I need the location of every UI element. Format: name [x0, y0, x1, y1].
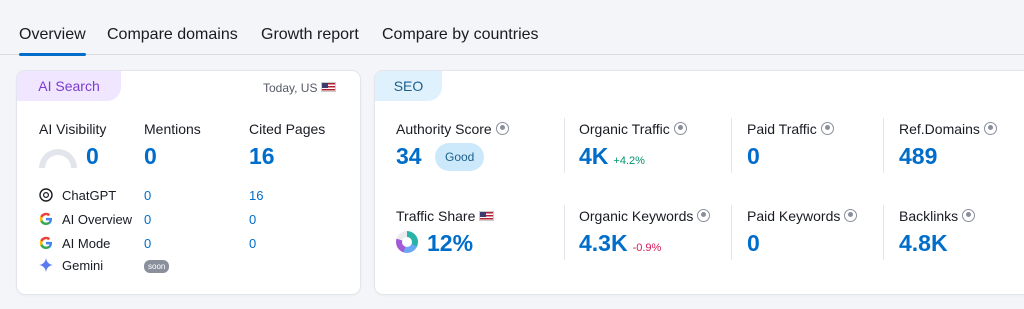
ai-visibility-gauge-icon [39, 149, 77, 168]
organic-traffic-text: Organic Traffic [579, 121, 670, 137]
cited-pages-label: Cited Pages [249, 121, 326, 137]
tab-growth-report[interactable]: Growth report [261, 26, 359, 44]
tab-bar: Overview Compare domains Growth report C… [0, 0, 1024, 56]
ref-domains-value[interactable]: 489 [899, 143, 937, 170]
traffic-share-label: Traffic Share [396, 208, 495, 224]
mentions-label: Mentions [144, 121, 201, 137]
globe-icon [697, 209, 711, 222]
organic-keywords-value[interactable]: 4.3K -0.9% [579, 230, 661, 257]
row-chatgpt-cited[interactable]: 16 [249, 188, 263, 203]
paid-keywords-value[interactable]: 0 [747, 230, 760, 257]
globe-icon [673, 122, 687, 135]
organic-traffic-delta: +4.2% [613, 155, 645, 167]
backlinks-text: Backlinks [899, 208, 959, 224]
paid-keywords-text: Paid Keywords [747, 208, 841, 224]
paid-traffic-value[interactable]: 0 [747, 143, 760, 170]
tab-overview[interactable]: Overview [19, 26, 86, 56]
gemini-icon [39, 258, 53, 272]
globe-icon [962, 209, 976, 222]
backlinks-value[interactable]: 4.8K [899, 230, 948, 257]
divider [883, 205, 884, 260]
row-ai-mode-mentions[interactable]: 0 [144, 236, 151, 251]
row-ai-overview-cited[interactable]: 0 [249, 212, 256, 227]
ref-domains-text: Ref.Domains [899, 121, 980, 137]
ai-visibility-value[interactable]: 0 [86, 143, 99, 170]
globe-icon [820, 122, 834, 135]
us-flag-icon [321, 82, 337, 92]
organic-keywords-label: Organic Keywords [579, 208, 711, 224]
organic-traffic-label: Organic Traffic [579, 121, 687, 137]
paid-traffic-text: Paid Traffic [747, 121, 817, 137]
mentions-value[interactable]: 0 [144, 143, 157, 170]
ai-search-card: AI Search Today, US AI Visibility Mentio… [17, 71, 360, 294]
organic-keywords-delta: -0.9% [632, 242, 662, 254]
tab-compare-domains[interactable]: Compare domains [107, 26, 238, 44]
divider [731, 118, 732, 173]
organic-keywords-number[interactable]: 4.3K [579, 230, 628, 256]
ai-visibility-label: AI Visibility [39, 121, 107, 137]
row-ai-overview-mentions[interactable]: 0 [144, 212, 151, 227]
divider [731, 205, 732, 260]
date-region: Today, US [263, 81, 337, 95]
divider [564, 118, 565, 173]
authority-score-value[interactable]: 34 [396, 143, 422, 170]
organic-traffic-value[interactable]: 4K +4.2% [579, 143, 645, 170]
divider [564, 205, 565, 260]
divider [883, 118, 884, 173]
row-ai-overview-label: AI Overview [62, 212, 133, 227]
traffic-share-value[interactable]: 12% [427, 230, 473, 257]
google-icon [39, 212, 52, 225]
ref-domains-label: Ref.Domains [899, 121, 997, 137]
row-chatgpt-mentions[interactable]: 0 [144, 188, 151, 203]
cited-pages-value[interactable]: 16 [249, 143, 275, 170]
organic-keywords-text: Organic Keywords [579, 208, 694, 224]
backlinks-label: Backlinks [899, 208, 976, 224]
seo-card: SEO Authority Score 34 Good Organic Traf… [375, 71, 1024, 294]
globe-icon [844, 209, 858, 222]
good-badge: Good [435, 143, 485, 171]
row-ai-mode-label: AI Mode [62, 236, 111, 251]
us-flag-icon [479, 211, 495, 221]
row-ai-mode-cited[interactable]: 0 [249, 236, 256, 251]
organic-traffic-number[interactable]: 4K [579, 143, 608, 169]
traffic-share-donut-icon [396, 231, 418, 253]
authority-score-label: Authority Score [396, 121, 509, 137]
row-gemini-label: Gemini [62, 258, 104, 273]
google-icon [39, 236, 52, 249]
chatgpt-icon [39, 188, 53, 202]
soon-badge: soon [144, 260, 170, 273]
authority-score-text: Authority Score [396, 121, 492, 137]
seo-tag: SEO [375, 71, 442, 101]
row-chatgpt-label: ChatGPT [62, 188, 117, 203]
traffic-share-text: Traffic Share [396, 208, 476, 224]
date-label: Today, US [263, 81, 318, 95]
ai-search-tag: AI Search [17, 71, 121, 101]
globe-icon [495, 122, 509, 135]
globe-icon [983, 122, 997, 135]
paid-keywords-label: Paid Keywords [747, 208, 858, 224]
paid-traffic-label: Paid Traffic [747, 121, 834, 137]
tab-compare-by-countries[interactable]: Compare by countries [382, 26, 539, 44]
